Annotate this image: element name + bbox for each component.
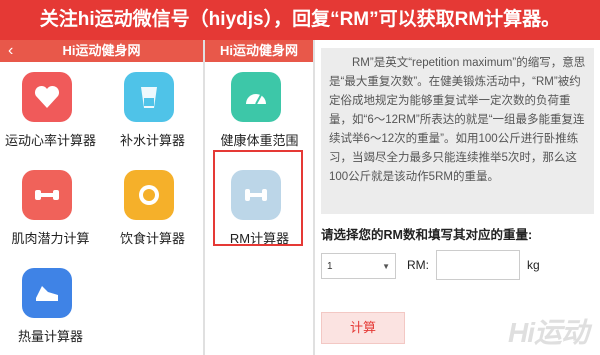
tile-label: 补水计算器 [119,133,185,148]
tile-calories[interactable]: 热量计算器 [0,258,101,355]
dumbbell-icon [22,170,72,220]
rm-prompt: 请选择您的RM数和填写其对应的重量: [321,228,533,242]
chevron-down-icon: ▼ [382,262,390,271]
select-value: 1 [327,261,333,272]
tile-label: 肌肉潜力计算 [11,231,90,246]
rm-description-text: RM”是英文“repetition maximum”的缩写，意思是“最大重复次数… [329,57,586,183]
tile-label: 饮食计算器 [119,231,185,246]
rm-calculator-panel: RM”是英文“repetition maximum”的缩写，意思是“最大重复次数… [315,40,600,355]
plate-icon [124,170,174,220]
selected-highlight [213,150,303,246]
calculator-list-panel-2: Hi运动健身网 健康体重范围 RM计算器 [205,40,313,355]
tile-muscle-potential[interactable]: 肌肉潜力计算 [0,160,101,258]
rm-count-select[interactable]: 1 ▼ [321,253,396,279]
weight-input[interactable] [436,250,520,280]
rm-label: RM: [407,258,429,272]
calculator-list-panel: ‹ Hi运动健身网 运动心率计算器 补水计算器 肌肉潜力计算 饮食计算器 热量计… [0,40,203,355]
nav-title: Hi运动健身网 [219,43,298,58]
unit-label: kg [527,258,540,272]
tile-hydration[interactable]: 补水计算器 [102,62,203,160]
tile-diet[interactable]: 饮食计算器 [102,160,203,258]
calculate-button[interactable]: 计算 [321,312,405,344]
watermark: Hi运动 [507,317,589,348]
nav-bar: ‹ Hi运动健身网 [0,40,203,62]
tile-label: 健康体重范围 [220,133,299,148]
shoe-icon [22,268,72,318]
nav-bar: Hi运动健身网 [205,40,313,62]
tile-heart-rate[interactable]: 运动心率计算器 [0,62,101,160]
scale-icon [231,72,281,122]
water-cup-icon [124,72,174,122]
rm-description: RM”是英文“repetition maximum”的缩写，意思是“最大重复次数… [321,48,594,214]
tile-healthy-weight[interactable]: 健康体重范围 [209,62,310,160]
heart-icon [22,72,72,122]
nav-title: Hi运动健身网 [62,43,141,58]
tile-label: 运动心率计算器 [4,133,96,148]
chevron-left-icon[interactable]: ‹ [8,40,13,62]
tile-label: 热量计算器 [17,329,83,344]
promo-banner: 关注hi运动微信号（hiydjs），回复“RM”可以获取RM计算器。 [0,0,600,40]
rm-input-row: 1 ▼ RM: kg [315,250,600,283]
